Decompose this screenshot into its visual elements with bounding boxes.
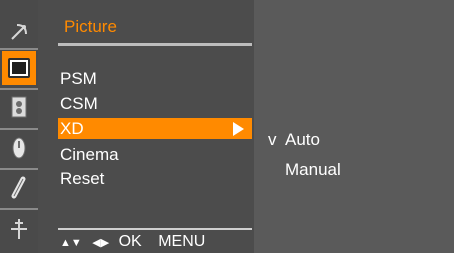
title-divider [58, 43, 252, 46]
leftright-arrows-icon: ◀▶ [92, 237, 110, 249]
menu-item-reset[interactable]: Reset [58, 168, 252, 189]
nav-divider [58, 228, 252, 230]
submenu-arrow-icon [233, 122, 244, 136]
icon-divider [0, 168, 38, 170]
ok-label: OK [118, 233, 142, 250]
updown-arrows-icon: ▲▼ [60, 237, 82, 249]
submenu-panel [254, 0, 454, 253]
icon-divider [0, 48, 38, 50]
icon-divider [0, 208, 38, 210]
nav-hint-bar: ▲▼ ◀▶ OK MENU [58, 231, 252, 253]
speaker-icon[interactable] [2, 90, 36, 124]
menu-item-psm[interactable]: PSM [58, 68, 252, 89]
menu-item-xd[interactable]: XD [58, 118, 252, 139]
osd-menu: Picture PSM CSM XD Cinema Reset v Auto M… [0, 0, 454, 253]
screen-setup-icon[interactable] [2, 212, 36, 246]
time-clock-icon[interactable] [2, 131, 36, 165]
menu-label: MENU [158, 233, 206, 250]
menu-item-cinema[interactable]: Cinema [58, 144, 252, 165]
submenu-item-manual[interactable]: Manual [285, 160, 341, 180]
submenu-check-icon: v [268, 130, 277, 149]
menu-title: Picture [64, 17, 117, 36]
sidebar-icons [0, 0, 38, 253]
option-tool-icon[interactable] [2, 171, 36, 205]
satellite-dish-icon[interactable] [2, 15, 36, 49]
menu-item-csm[interactable]: CSM [58, 93, 252, 114]
submenu-item-auto[interactable]: Auto [285, 130, 320, 150]
icon-divider [0, 128, 38, 130]
picture-icon[interactable] [2, 51, 36, 85]
